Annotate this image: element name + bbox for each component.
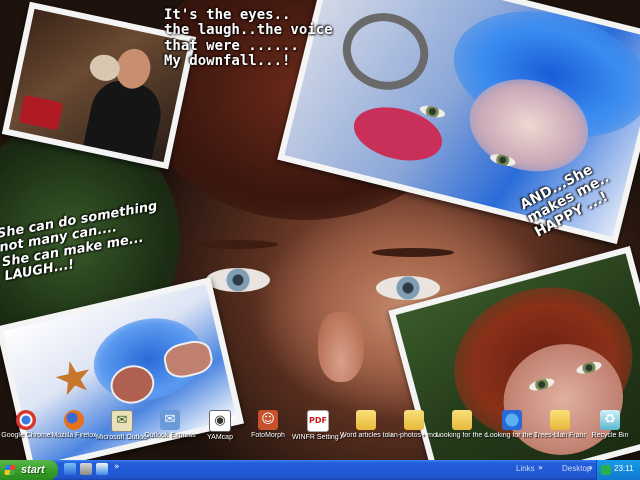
desktop-icon-label: Looking for the current time ... bbox=[486, 432, 538, 439]
man-body bbox=[81, 75, 167, 163]
windows-logo-icon bbox=[4, 465, 16, 475]
bracelet bbox=[334, 4, 437, 99]
desktop-icon-label: Looking for the current time ... bbox=[436, 432, 488, 439]
caption-eyes-laugh-voice: It's the eyes.. the laugh..the voice tha… bbox=[164, 7, 333, 70]
chevron-right-icon[interactable]: » bbox=[538, 463, 543, 472]
desktop-icon-label: Mozilla Firefox bbox=[51, 432, 97, 439]
start-button[interactable]: start bbox=[0, 460, 58, 480]
internet-explorer-icon[interactable] bbox=[96, 463, 108, 475]
chrome-icon bbox=[16, 410, 36, 430]
desktop-icon-google-chrome[interactable]: Google Chrome bbox=[0, 410, 52, 440]
desktop-icon-outlook-express[interactable]: ✉ Outlook Express bbox=[144, 410, 196, 440]
desktop-icon-label: WINFR Setting Around the... bbox=[292, 434, 344, 441]
nose bbox=[318, 312, 364, 382]
desktop-icon-label: Recycle Bin bbox=[591, 432, 629, 439]
left-eyebrow bbox=[196, 240, 278, 249]
chevron-right-icon[interactable]: » bbox=[588, 463, 593, 472]
desktop-toolbar-label[interactable]: Desktop bbox=[562, 464, 591, 473]
folder-icon bbox=[356, 410, 376, 430]
outlook-icon: ✉ bbox=[111, 410, 133, 432]
desktop-icon-microsoft-outlook[interactable]: ✉ Microsoft Outlook bbox=[96, 410, 148, 442]
desktop-icon-current-time-link[interactable]: Looking for the current time ... bbox=[486, 410, 538, 440]
system-tray: 23:11 bbox=[596, 460, 640, 480]
folder-icon bbox=[452, 410, 472, 430]
desktop-icon-area: Google Chrome Mozilla Firefox ✉ Microsof… bbox=[0, 410, 640, 460]
desktop-icon-label: Microsoft Outlook bbox=[96, 434, 148, 441]
fotomorph-icon: ☺ bbox=[258, 410, 278, 430]
clock[interactable]: 23:11 bbox=[614, 464, 633, 473]
chevron-right-icon[interactable]: » bbox=[114, 462, 120, 472]
desktop-icon-label: Trees-blah France... pub bbox=[534, 432, 586, 439]
desktop-icon-current-time-folder[interactable]: Looking for the current time ... bbox=[436, 410, 488, 440]
show-desktop-icon[interactable] bbox=[64, 463, 76, 475]
red-object bbox=[18, 94, 64, 131]
desktop-icon-word-articles-folder[interactable]: Word articles to edit the... bbox=[340, 410, 392, 440]
start-label: start bbox=[21, 464, 45, 476]
desktop-icon-fotomorph[interactable]: ☺ FotoMorph bbox=[242, 410, 294, 440]
folder-icon bbox=[550, 410, 570, 430]
desktop-icon-photos-folder[interactable]: Ian-photos+ movies off... bbox=[388, 410, 440, 440]
taskbar: start » Links » Desktop » 23:11 bbox=[0, 460, 640, 480]
ymcam-icon: ◉ bbox=[209, 410, 231, 432]
desktop-wallpaper: It's the eyes.. the laugh..the voice tha… bbox=[0, 0, 640, 462]
right-eyebrow bbox=[372, 248, 454, 257]
quick-launch-app-icon[interactable] bbox=[80, 463, 92, 475]
desktop-icon-ymcam[interactable]: ◉ YAMcap bbox=[194, 410, 246, 442]
desktop-icon-label: Word articles to edit the... bbox=[340, 432, 392, 439]
firefox-icon bbox=[64, 410, 84, 430]
desktop-icon-label: Outlook Express bbox=[144, 432, 196, 439]
star-shape bbox=[52, 357, 95, 400]
links-toolbar-label[interactable]: Links bbox=[516, 464, 535, 473]
right-eye bbox=[376, 276, 440, 300]
desktop-icon-label: Google Chrome bbox=[1, 432, 51, 439]
outlook-express-icon: ✉ bbox=[160, 410, 180, 430]
desktop-icon-label: YAMcap bbox=[207, 434, 233, 441]
recycle-bin-icon: ♻ bbox=[600, 410, 620, 430]
desktop-icon-trees-folder[interactable]: Trees-blah France... pub bbox=[534, 410, 586, 440]
globe-icon bbox=[502, 410, 522, 430]
folder-icon bbox=[404, 410, 424, 430]
pdf-icon: PDF bbox=[307, 410, 329, 432]
left-eye bbox=[206, 268, 270, 292]
desktop-icon-recycle-bin[interactable]: ♻ Recycle Bin bbox=[584, 410, 636, 440]
desktop-icon-pdf-document[interactable]: PDF WINFR Setting Around the... bbox=[292, 410, 344, 442]
desktop-icon-label: Ian-photos+ movies off... bbox=[388, 432, 440, 439]
desktop-icon-mozilla-firefox[interactable]: Mozilla Firefox bbox=[48, 410, 100, 440]
desktop-icon-label: FotoMorph bbox=[251, 432, 285, 439]
tray-app-icon[interactable] bbox=[601, 465, 611, 475]
